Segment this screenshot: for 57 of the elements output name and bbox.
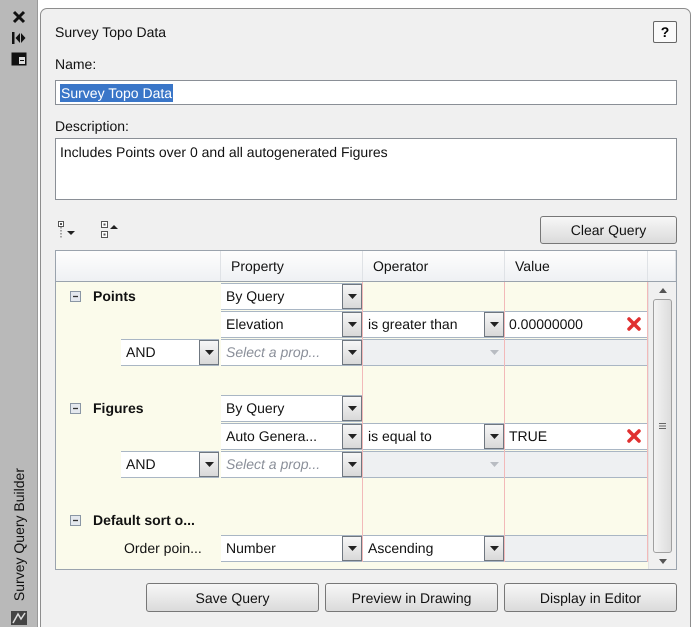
caret-icon[interactable] <box>199 340 219 364</box>
expand-all-icon[interactable] <box>58 220 76 238</box>
group-label: Points <box>93 288 136 304</box>
scroll-up-icon[interactable] <box>658 288 666 293</box>
palette-title: Survey Query Builder <box>10 468 26 601</box>
caret-icon[interactable] <box>342 536 362 560</box>
column-header[interactable]: Operator <box>363 251 505 281</box>
properties-icon[interactable] <box>10 52 26 66</box>
caret-icon[interactable] <box>484 536 504 560</box>
collapse-all-icon[interactable] <box>101 220 119 238</box>
sort-label: Order poin... <box>123 540 202 556</box>
auto-hide-icon[interactable] <box>12 32 26 44</box>
dialog-button[interactable]: Save Query <box>146 583 319 612</box>
help-button[interactable]: ? <box>653 21 677 43</box>
value-field[interactable]: TRUE <box>505 422 647 450</box>
dropdown[interactable]: By Query <box>221 394 362 422</box>
caret-icon[interactable] <box>342 424 362 448</box>
dropdown[interactable]: AND <box>121 338 219 366</box>
dialog-title: Survey Topo Data <box>55 24 166 40</box>
dropdown[interactable]: is equal to <box>363 422 504 450</box>
caret-icon[interactable] <box>199 452 219 476</box>
dropdown[interactable]: is greater than <box>363 310 504 338</box>
caret-icon[interactable] <box>342 312 362 336</box>
dropdown[interactable]: By Query <box>221 282 362 310</box>
delete-icon[interactable] <box>627 317 641 331</box>
name-field[interactable]: Survey Topo Data <box>55 80 677 105</box>
caret-icon[interactable] <box>342 284 362 308</box>
caret-icon[interactable] <box>484 424 504 448</box>
dropdown[interactable]: AND <box>121 450 219 478</box>
field-label: Name: <box>55 56 98 72</box>
caret-icon[interactable] <box>342 452 362 476</box>
value-field[interactable]: 0.00000000 <box>505 310 647 338</box>
grip-icon[interactable] <box>659 423 666 429</box>
caret-icon[interactable] <box>342 396 362 420</box>
column-header[interactable]: Value <box>505 251 648 281</box>
dropdown[interactable]: Elevation <box>221 310 362 338</box>
dropdown[interactable]: Auto Genera... <box>221 422 362 450</box>
caret-icon[interactable] <box>484 312 504 336</box>
dialog-button[interactable]: Display in Editor <box>504 583 677 612</box>
group-label: Default sort o... <box>93 512 195 528</box>
clear-query-button[interactable]: Clear Query <box>540 216 677 244</box>
dropdown[interactable]: Ascending <box>363 534 504 562</box>
dialog-button[interactable]: Preview in Drawing <box>325 583 498 612</box>
scrollbar[interactable] <box>648 282 676 569</box>
collapse-icon[interactable] <box>70 514 81 526</box>
delete-icon[interactable] <box>627 429 641 443</box>
dropdown[interactable]: Number <box>221 534 362 562</box>
scroll-down-icon[interactable] <box>658 559 666 564</box>
close-icon[interactable] <box>12 10 26 24</box>
collapse-icon[interactable] <box>70 290 81 302</box>
collapse-icon[interactable] <box>70 402 81 414</box>
caret-icon[interactable] <box>342 340 362 364</box>
app-icon <box>10 611 26 625</box>
group-label: Figures <box>93 400 144 416</box>
column-header[interactable]: Property <box>221 251 363 281</box>
description-field[interactable]: Includes Points over 0 and all autogenerated Figures <box>55 138 677 200</box>
field-label: Description: <box>55 118 130 134</box>
